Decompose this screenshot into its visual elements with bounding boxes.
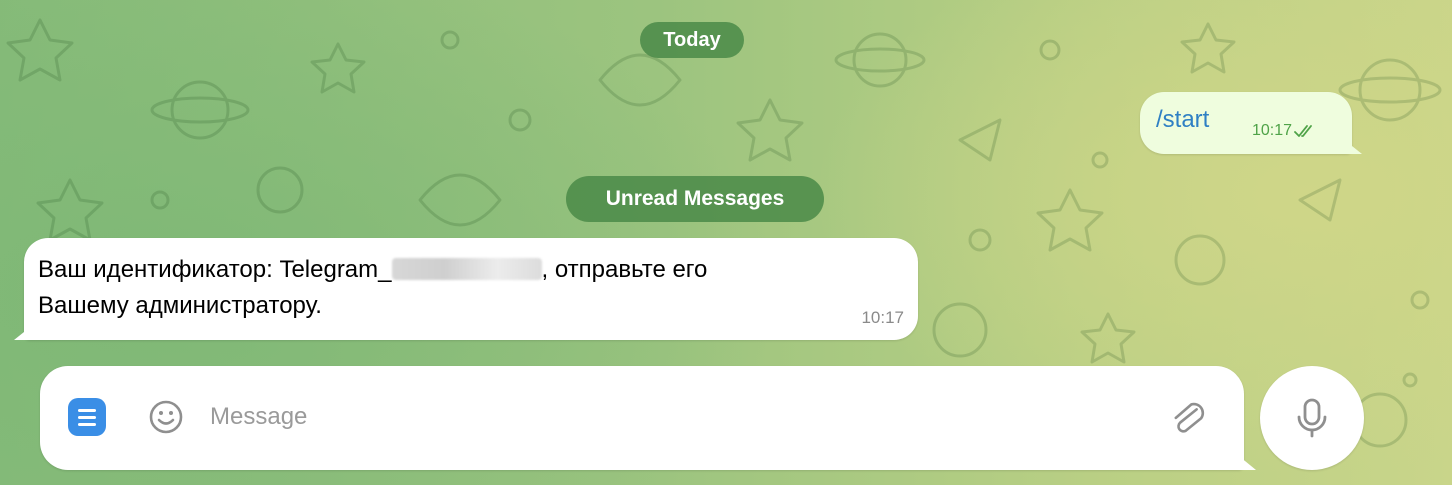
unread-messages-separator: Unread Messages <box>566 176 824 222</box>
message-input[interactable] <box>210 394 1110 440</box>
date-separator: Today <box>640 22 744 58</box>
double-check-icon <box>1294 125 1312 137</box>
outgoing-message-text[interactable]: /start <box>1156 106 1209 134</box>
menu-icon-bar <box>78 408 96 412</box>
redacted-identifier <box>391 258 542 280</box>
menu-icon-bar <box>78 422 96 426</box>
incoming-message-bubble[interactable]: Ваш идентификатор: Telegram_ , отправьте … <box>24 238 918 340</box>
incoming-message-line-2: Вашему администратору. <box>38 292 322 319</box>
bot-menu-button[interactable] <box>68 398 106 436</box>
menu-icon-bar <box>78 415 96 419</box>
emoji-icon[interactable] <box>146 397 186 437</box>
incoming-message-line-1: Ваш идентификатор: Telegram_ , отправьте … <box>38 256 707 284</box>
microphone-icon <box>1297 398 1327 438</box>
incoming-message-line-1-prefix: Ваш идентификатор: Telegram_ <box>38 256 392 283</box>
outgoing-message-time: 10:17 <box>1252 122 1293 139</box>
incoming-message-line-1-suffix: , отправьте его <box>541 256 708 283</box>
incoming-message-time: 10:17 <box>861 308 904 327</box>
outgoing-message-meta: 10:17 <box>1252 122 1316 140</box>
voice-record-button[interactable] <box>1260 366 1364 470</box>
paperclip-icon[interactable] <box>1168 396 1208 440</box>
outgoing-message-bubble[interactable]: /start 10:17 <box>1140 92 1352 154</box>
message-composer <box>40 366 1244 470</box>
